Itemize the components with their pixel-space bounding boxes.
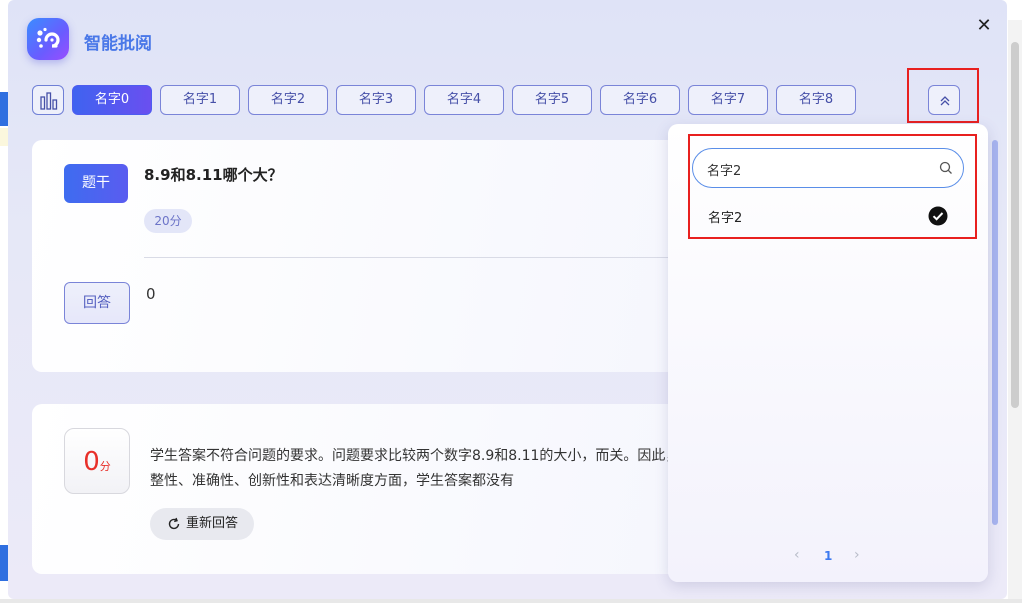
collapse-student-list-button[interactable] [928,85,960,115]
background-app-strip [0,545,8,581]
tab-student-3[interactable]: 名字3 [336,85,416,115]
tab-student-4[interactable]: 名字4 [424,85,504,115]
background-app-strip [0,92,8,126]
question-text: 8.9和8.11哪个大？ [144,166,283,184]
tab-student-5[interactable]: 名字5 [512,85,592,115]
refresh-icon [168,517,180,530]
feedback-text: 学生答案不符合问题的要求。问题要求比较两个数字8.9和8.11的大小，而关。因此… [150,448,708,489]
question-card: 题干 8.9和8.11哪个大？ 20分 回答 0 [32,140,732,372]
next-page-button[interactable]: › [854,547,860,563]
score-display: 0分 [64,428,130,494]
stem-label: 题干 [64,164,128,203]
student-dropdown: 名字2 ‹ 1 › [668,124,988,582]
check-circle-icon [928,206,948,226]
background-bottom-bar [0,599,1022,603]
tab-student-8[interactable]: 名字8 [776,85,856,115]
dropdown-option[interactable]: 名字2 [692,200,964,232]
answer-label: 回答 [64,282,130,324]
pagination: ‹ 1 › [788,547,878,567]
tab-student-2[interactable]: 名字2 [248,85,328,115]
prev-page-button[interactable]: ‹ [794,547,800,563]
current-page[interactable]: 1 [824,549,832,563]
answer-text: 0 [146,285,156,303]
tab-student-0[interactable]: 名字0 [72,85,152,115]
score-unit: 分 [99,460,111,473]
option-label: 名字2 [708,211,743,226]
divider [144,257,732,258]
background-app-strip [0,128,8,146]
bar-chart-icon [40,92,58,110]
page-scrollbar[interactable] [1008,20,1022,600]
redo-answer-button[interactable]: 重新回答 [150,508,254,540]
page-scrollbar-thumb[interactable] [1011,42,1019,408]
points-badge: 20分 [144,209,192,233]
statistics-button[interactable] [32,85,64,115]
double-chevron-up-icon [940,96,950,106]
tab-student-6[interactable]: 名字6 [600,85,680,115]
search-icon[interactable] [939,161,953,175]
close-icon[interactable]: ✕ [974,16,994,36]
app-title: 智能批阅 [84,34,152,54]
logo-icon [27,18,69,60]
score-value: 0 [83,447,100,477]
redo-answer-label: 重新回答 [186,516,239,531]
grading-modal: 智能批阅 ✕ 名字0 名字1 名字2 名字3 名字4 名字5 名字6 名字7 名… [8,0,1007,599]
result-card: 0分 学生答案不符合问题的要求。问题要求比较两个数字8.9和8.11的大小，而关… [32,404,732,574]
tab-student-7[interactable]: 名字7 [688,85,768,115]
search-input[interactable] [707,159,927,179]
search-box [692,148,964,188]
tab-student-1[interactable]: 名字1 [160,85,240,115]
modal-scrollbar-thumb[interactable] [992,140,998,525]
